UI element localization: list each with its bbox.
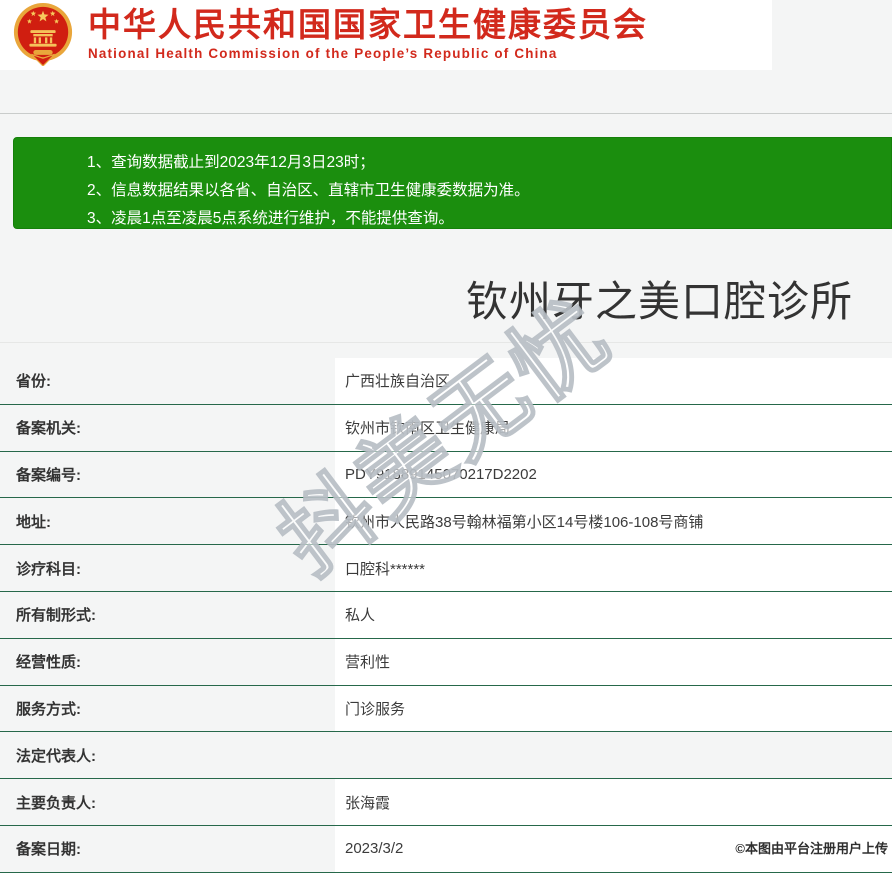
table-row: 主要负责人: 张海霞 — [0, 779, 892, 826]
table-row: 省份: 广西壮族自治区 — [0, 358, 892, 405]
table-row: 经营性质: 营利性 — [0, 638, 892, 686]
field-value: PDY91889145070217D2202 — [335, 451, 892, 498]
field-label: 诊疗科目: — [16, 560, 81, 578]
table-row: 地址: 钦州市人民路38号翰林福第小区14号楼106-108号商铺 — [0, 498, 892, 546]
national-emblem-icon — [13, 3, 73, 66]
table-row: 备案机关: 钦州市钦南区卫生健康局 — [0, 404, 892, 452]
table-row: 服务方式: 门诊服务 — [0, 685, 892, 733]
field-label: 经营性质: — [16, 654, 81, 672]
field-value: 钦州市钦南区卫生健康局 — [335, 404, 892, 451]
field-label: 地址: — [16, 513, 51, 531]
site-title-en: National Health Commission of the People… — [88, 46, 558, 61]
table-row: 法定代表人: — [0, 732, 892, 780]
field-value — [335, 732, 892, 778]
header-divider — [0, 113, 892, 114]
field-label: 备案日期: — [16, 841, 81, 859]
field-value: 营利性 — [335, 638, 892, 685]
upload-attribution-badge: ©本图由平台注册用户上传 — [735, 841, 888, 856]
field-label: 服务方式: — [16, 700, 81, 718]
notice-line: 3、凌晨1点至凌晨5点系统进行维护，不能提供查询。 — [87, 210, 454, 227]
field-label: 法定代表人: — [16, 747, 96, 765]
site-title-cn: 中华人民共和国国家卫生健康委员会 — [88, 6, 648, 43]
notice-list: 1、查询数据截止到2023年12月3日23时； 2、信息数据结果以各省、自治区、直… — [14, 138, 891, 233]
field-label: 所有制形式: — [16, 607, 96, 625]
field-label: 主要负责人: — [16, 794, 96, 812]
field-value: 张海霞 — [335, 779, 892, 825]
section-divider — [0, 342, 892, 343]
field-value: 口腔科****** — [335, 545, 892, 591]
field-value: 门诊服务 — [335, 685, 892, 732]
notice-box: 1、查询数据截止到2023年12月3日23时； 2、信息数据结果以各省、自治区、直… — [13, 137, 892, 229]
header-titles: 中华人民共和国国家卫生健康委员会 National Health Commiss… — [88, 5, 648, 61]
table-row: 备案编号: PDY91889145070217D2202 — [0, 451, 892, 499]
table-row: 诊疗科目: 口腔科****** — [0, 545, 892, 592]
notice-line: 2、信息数据结果以各省、自治区、直辖市卫生健康委数据为准。 — [87, 182, 530, 199]
field-label: 备案机关: — [16, 420, 81, 438]
field-value: 钦州市人民路38号翰林福第小区14号楼106-108号商铺 — [335, 498, 892, 545]
field-value: 私人 — [335, 591, 892, 638]
table-row: 所有制形式: 私人 — [0, 591, 892, 639]
details-table: 省份: 广西壮族自治区备案机关: 钦州市钦南区卫生健康局备案编号: PDY918891… — [0, 358, 892, 873]
field-label: 省份: — [16, 373, 51, 391]
field-value: 广西壮族自治区 — [335, 358, 892, 404]
site-header: 中华人民共和国国家卫生健康委员会 National Health Commiss… — [0, 0, 772, 70]
clinic-name-title: 钦州牙之美口腔诊所 — [465, 278, 853, 325]
field-label: 备案编号: — [16, 466, 81, 484]
notice-line: 1、查询数据截止到2023年12月3日23时； — [87, 154, 375, 171]
